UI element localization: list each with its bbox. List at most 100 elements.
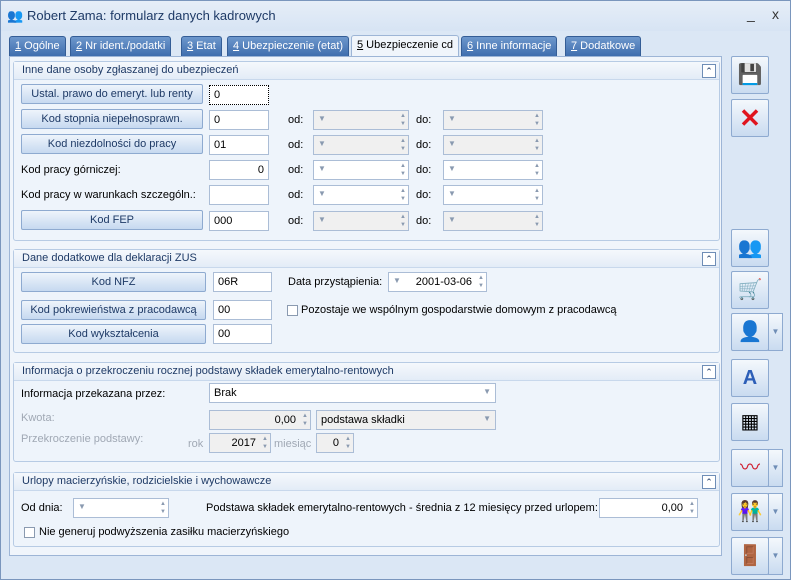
od-date-input: ▼ ▲ ▼	[313, 211, 409, 231]
dropdown-icon: ▼	[448, 114, 456, 123]
kod-stopnia-button[interactable]: Kod stopnia niepełnosprawn.	[21, 109, 203, 129]
dropdown-icon: ▼	[318, 114, 326, 123]
stroller-icon: 🛒	[737, 279, 763, 301]
collapse-icon[interactable]: ⌃	[702, 475, 716, 489]
do-date-input: ▼ ▲ ▼	[443, 110, 543, 130]
kwota-type-combo: podstawa składki ▼	[316, 410, 496, 430]
do-label: do:	[416, 164, 432, 176]
foreigner-button[interactable]: 👥	[731, 229, 769, 267]
dropdown-icon[interactable]: ▼	[483, 387, 491, 396]
chart-coins-icon: 〰	[740, 457, 760, 479]
chart-dropdown[interactable]: ▼	[768, 449, 783, 487]
minimize-button[interactable]: _	[747, 6, 755, 22]
collapse-icon[interactable]: ⌃	[702, 252, 716, 266]
kod-pracy-gorniczej-input[interactable]: 0	[209, 160, 269, 180]
dropdown-icon[interactable]: ▼	[393, 276, 401, 285]
exit-button[interactable]: 🚪	[731, 537, 769, 575]
exit-dropdown[interactable]: ▼	[768, 537, 783, 575]
dropdown-icon[interactable]: ▼	[448, 189, 456, 198]
tab-label: Dodatkowe	[577, 40, 636, 52]
date-value: 2001-03-06	[415, 276, 472, 288]
spin-icon: ▲ ▼	[534, 113, 540, 127]
do-date-input[interactable]: ▼ ▲ ▼	[443, 160, 543, 180]
spin-icon[interactable]: ▲ ▼	[478, 274, 484, 290]
ustal-prawo-input[interactable]: 0	[209, 85, 269, 105]
attributes-button[interactable]: A	[731, 359, 769, 397]
tab-etat[interactable]: 3 Etat	[181, 36, 222, 56]
wspolne-gospodarstwo-checkbox[interactable]	[287, 305, 298, 316]
do-date-input[interactable]: ▼ ▲ ▼	[443, 185, 543, 205]
combo-value: Brak	[214, 387, 237, 399]
podstawa-label: Podstawa składek emerytalno-rentowych - …	[206, 502, 598, 514]
kod-pracy-warunki-label: Kod pracy w warunkach szczególn.:	[21, 189, 196, 201]
od-date-input[interactable]: ▼ ▲ ▼	[313, 160, 409, 180]
kod-pracy-warunki-input[interactable]	[209, 185, 269, 205]
spin-icon[interactable]: ▲ ▼	[160, 500, 166, 516]
photo-dropdown[interactable]: ▼	[768, 313, 783, 351]
podstawa-input[interactable]: 0,00 ▲ ▼	[599, 498, 698, 518]
salary-table-button[interactable]: ▦	[731, 403, 769, 441]
nie-generuj-checkbox[interactable]	[24, 527, 35, 538]
people-dropdown[interactable]: ▼	[768, 493, 783, 531]
kod-fep-input[interactable]: 000	[209, 211, 269, 231]
spin-icon[interactable]: ▲ ▼	[400, 187, 406, 203]
chart-button[interactable]: 〰	[731, 449, 769, 487]
combo-value: podstawa składki	[321, 414, 405, 426]
table-coins-icon: ▦	[740, 411, 760, 433]
collapse-icon[interactable]: ⌃	[702, 64, 716, 78]
od-date-input: ▼ ▲ ▼	[313, 135, 409, 155]
tab-dodatkowe[interactable]: 7 Dodatkowe	[565, 36, 642, 56]
spin-icon[interactable]: ▲ ▼	[534, 187, 540, 203]
photo-button[interactable]: 👤	[731, 313, 769, 351]
spin-icon: ▲ ▼	[534, 214, 540, 228]
tab-ubezpieczenie-cd[interactable]: 5 Ubezpieczenie cd	[351, 35, 460, 57]
tab-label: Ubezpieczenie (etat)	[239, 40, 344, 52]
kwota-input: 0,00 ▲ ▼	[209, 410, 311, 430]
kod-fep-button[interactable]: Kod FEP	[21, 210, 203, 230]
dropdown-icon[interactable]: ▼	[448, 164, 456, 173]
close-button[interactable]: x	[772, 6, 779, 22]
dropdown-icon: ▼	[448, 139, 456, 148]
save-icon: 💾	[737, 64, 763, 86]
kod-niezdolnosci-input[interactable]: 01	[209, 135, 269, 155]
dropdown-icon[interactable]: ▼	[318, 189, 326, 198]
spin-icon[interactable]: ▲ ▼	[534, 162, 540, 178]
rok-value: 2017	[231, 437, 256, 449]
spin-icon[interactable]: ▲ ▼	[400, 162, 406, 178]
tab-inne-informacje[interactable]: 6 Inne informacje	[461, 36, 558, 56]
people-button[interactable]: 👫	[731, 493, 769, 531]
kod-stopnia-input[interactable]: 0	[209, 110, 269, 130]
kod-pokrewienstwa-button[interactable]: Kod pokrewieństwa z pracodawcą	[21, 300, 206, 320]
kod-wyksztalcenia-input[interactable]: 00	[213, 324, 272, 344]
collapse-icon[interactable]: ⌃	[702, 365, 716, 379]
do-label: do:	[416, 215, 432, 227]
tab-ogolne[interactable]: 1 Ogólne	[9, 36, 66, 56]
od-date-input[interactable]: ▼ ▲ ▼	[313, 185, 409, 205]
dropdown-icon[interactable]: ▼	[78, 502, 86, 511]
rok-label: rok	[188, 438, 204, 450]
ustal-prawo-button[interactable]: Ustal. prawo do emeryt. lub renty	[21, 84, 203, 104]
spin-icon: ▲ ▼	[534, 138, 540, 152]
spin-icon[interactable]: ▲ ▼	[689, 500, 695, 516]
kod-pokrewienstwa-input[interactable]: 00	[213, 300, 272, 320]
dropdown-icon[interactable]: ▼	[318, 164, 326, 173]
spin-icon: ▲ ▼	[302, 413, 308, 427]
od-dnia-input[interactable]: ▼ ▲ ▼	[73, 498, 169, 518]
kod-wyksztalcenia-button[interactable]: Kod wykształcenia	[21, 324, 206, 344]
family-button[interactable]: 🛒	[731, 271, 769, 309]
spin-icon: ▲ ▼	[262, 436, 268, 450]
kod-nfz-input[interactable]: 06R	[213, 272, 272, 292]
save-button[interactable]: 💾	[731, 56, 769, 94]
kod-niezdolnosci-button[interactable]: Kod niezdolności do pracy	[21, 134, 203, 154]
cancel-button[interactable]: ✕	[731, 99, 769, 137]
app-icon: 👥	[7, 8, 24, 23]
person-a-icon: A	[742, 367, 758, 389]
tab-ubezpieczenie-etat[interactable]: 4 Ubezpieczenie (etat)	[227, 36, 350, 56]
kod-nfz-button[interactable]: Kod NFZ	[21, 272, 206, 292]
tab-nr-ident[interactable]: 2 Nr ident./podatki	[70, 36, 172, 56]
data-przystapienia-input[interactable]: ▼ 2001-03-06 ▲ ▼	[388, 272, 487, 292]
do-label: do:	[416, 189, 432, 201]
informacja-combo[interactable]: Brak ▼	[209, 383, 496, 403]
wspolne-gospodarstwo-label: Pozostaje we wspólnym gospodarstwie domo…	[301, 304, 617, 316]
section-title: Informacja o przekroczeniu rocznej podst…	[22, 365, 394, 377]
